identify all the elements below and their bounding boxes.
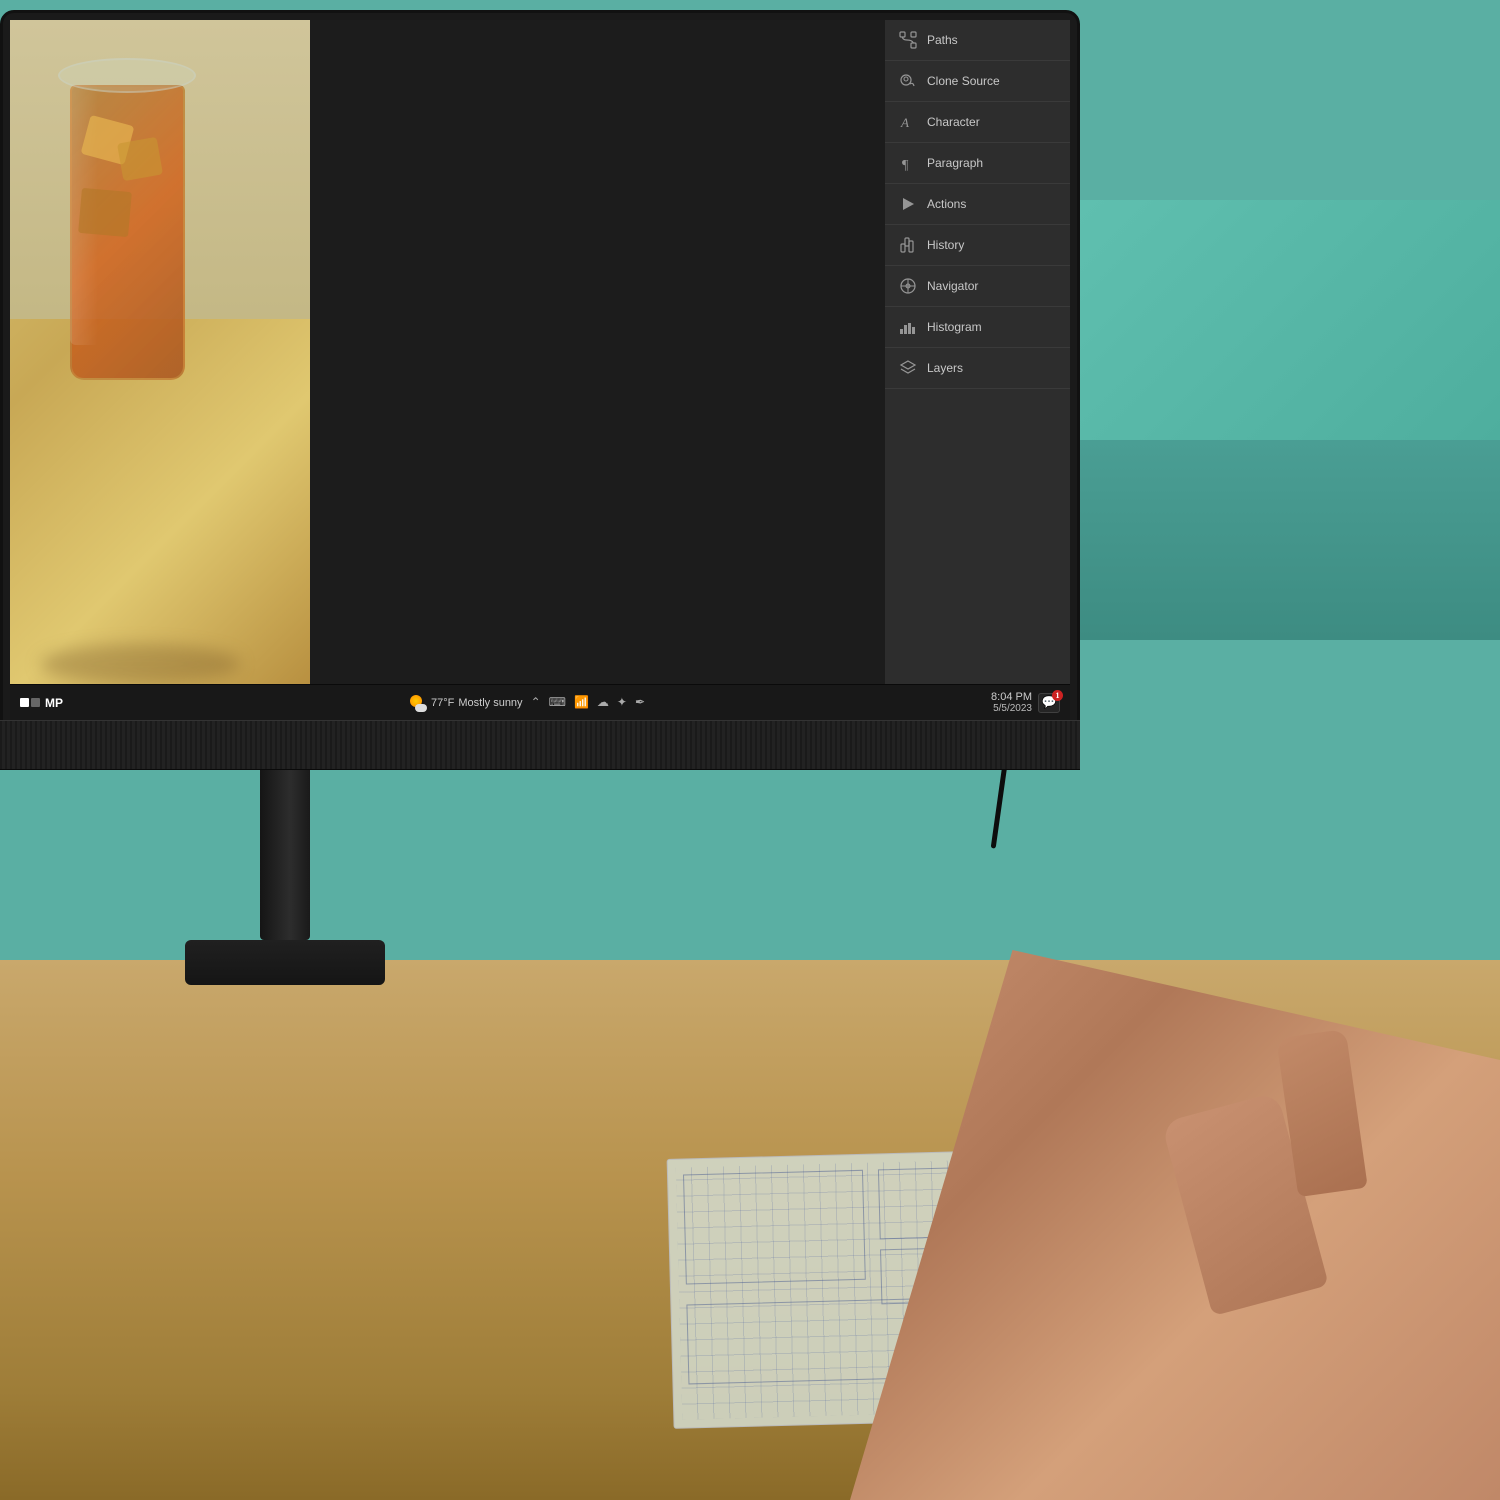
- paths-label: Paths: [927, 33, 958, 47]
- paragraph-icon: ¶: [899, 154, 917, 172]
- panel-item-clone-source[interactable]: Clone Source: [885, 61, 1070, 102]
- monitor-speaker-bar: [0, 720, 1080, 770]
- panel-item-layers[interactable]: Layers: [885, 348, 1070, 389]
- weather-widget[interactable]: 77°F Mostly sunny: [409, 694, 523, 712]
- panel-item-navigator[interactable]: Navigator: [885, 266, 1070, 307]
- panel-item-history[interactable]: History: [885, 225, 1070, 266]
- clone-source-icon: [899, 72, 917, 90]
- time-display: 8:04 PM: [991, 691, 1032, 703]
- panel-item-character[interactable]: A Character: [885, 102, 1070, 143]
- svg-text:¶: ¶: [902, 158, 909, 172]
- taskbar: MP 77°F Mostly sunny ⌃ ⌨: [10, 684, 1070, 720]
- hand-area: [850, 950, 1500, 1500]
- history-icon: [899, 236, 917, 254]
- stand-neck: [260, 760, 310, 940]
- notification-count: 1: [1056, 691, 1060, 700]
- chevron-up-icon[interactable]: ⌃: [531, 695, 541, 710]
- blueprint-rect: [683, 1170, 866, 1285]
- panel-item-histogram[interactable]: Histogram: [885, 307, 1070, 348]
- layers-label: Layers: [927, 361, 963, 375]
- taskbar-logo[interactable]: MP: [20, 696, 63, 710]
- character-label: Character: [927, 115, 980, 129]
- taskbar-center: 77°F Mostly sunny ⌃ ⌨ 📶 ☁ ✦ ✒: [69, 694, 985, 712]
- svg-text:A: A: [900, 115, 909, 130]
- tray-app-icon[interactable]: ✦: [617, 695, 627, 710]
- temperature: 77°F: [431, 697, 454, 709]
- clone-source-label: Clone Source: [927, 74, 1000, 88]
- histogram-icon: [899, 318, 917, 336]
- weather-icon: [409, 694, 427, 712]
- panel-item-paths[interactable]: Paths: [885, 20, 1070, 61]
- ice-cube: [78, 188, 132, 237]
- ps-panels: Paths Clone Source A: [885, 20, 1070, 684]
- mp-square-dark: [31, 698, 40, 707]
- panel-item-actions[interactable]: Actions: [885, 184, 1070, 225]
- tray-wifi-icon[interactable]: 📶: [574, 695, 589, 710]
- character-icon: A: [899, 113, 917, 131]
- notification-badge: 1: [1052, 690, 1063, 701]
- canvas-workspace: [310, 20, 885, 684]
- glass-rim: [58, 58, 196, 93]
- taskbar-right: 8:04 PM 5/5/2023 💬 1: [991, 691, 1060, 714]
- navigator-icon: [899, 277, 917, 295]
- screen-area: Paths Clone Source A: [10, 20, 1070, 720]
- navigator-label: Navigator: [927, 279, 978, 293]
- paths-icon: [899, 31, 917, 49]
- artwork-section: [10, 20, 310, 684]
- notification-button[interactable]: 💬 1: [1038, 693, 1060, 713]
- clock-widget[interactable]: 8:04 PM 5/5/2023: [991, 691, 1032, 714]
- monitor: Paths Clone Source A: [0, 10, 1080, 770]
- monitor-stand: [185, 760, 385, 985]
- history-label: History: [927, 238, 964, 252]
- glass-illustration: [50, 30, 210, 410]
- date-display: 5/5/2023: [991, 703, 1032, 714]
- mp-squares-icon: [20, 698, 40, 707]
- actions-icon: [899, 195, 917, 213]
- weather-condition: Mostly sunny: [458, 697, 522, 709]
- mp-label: MP: [45, 696, 63, 710]
- actions-label: Actions: [927, 197, 966, 211]
- ice-cube: [117, 137, 163, 181]
- panel-item-paragraph[interactable]: ¶ Paragraph: [885, 143, 1070, 184]
- tray-cloud-icon[interactable]: ☁: [597, 695, 609, 710]
- glass-shadow: [40, 644, 240, 684]
- scene: Paths Clone Source A: [0, 0, 1500, 1500]
- tray-keyboard-icon[interactable]: ⌨: [549, 695, 566, 710]
- tray-pen-icon[interactable]: ✒: [635, 695, 645, 710]
- paragraph-label: Paragraph: [927, 156, 983, 170]
- arm-shape: [850, 950, 1500, 1500]
- histogram-label: Histogram: [927, 320, 982, 334]
- stand-base: [185, 940, 385, 985]
- layers-icon: [899, 359, 917, 377]
- screen-main: Paths Clone Source A: [10, 20, 1070, 684]
- cloud-icon: [415, 704, 427, 712]
- mp-square-white: [20, 698, 29, 707]
